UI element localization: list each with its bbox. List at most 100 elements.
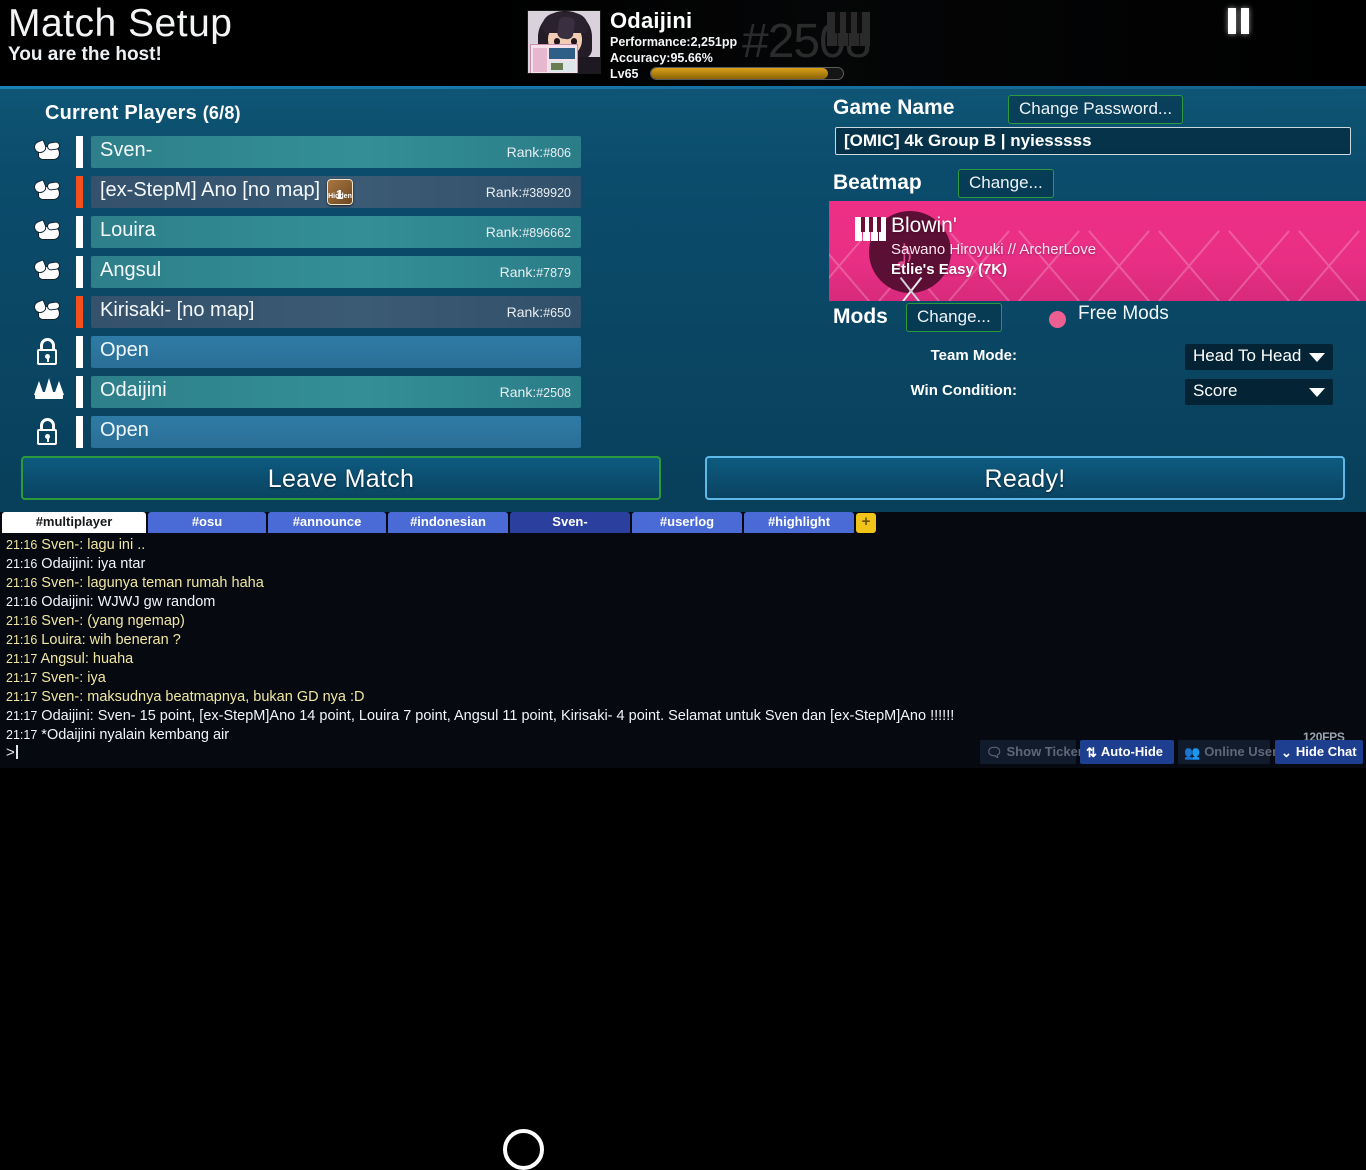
ready-hand-icon [32,298,66,326]
chat-tab[interactable]: #announce [268,512,386,533]
player-rank: Rank:#896662 [485,224,571,240]
mania-mode-icon [827,12,870,46]
player-slot[interactable]: Sven- Rank:#806 [91,136,581,168]
ready-hand-icon [32,258,66,286]
player-slot-row[interactable]: [ex-StepM] Ano [no map] Rank:#389920 Hidde… [32,172,594,212]
team-color-bar [72,176,88,208]
chevron-down-icon [1309,353,1325,362]
player-count: (6/8) [202,103,241,123]
open-padlock-icon[interactable] [34,418,66,446]
mouse-cursor-icon [894,274,928,301]
team-color-bar [72,376,88,408]
team-color-bar [72,136,88,168]
level-progress-bar [650,67,844,80]
player-slot-row[interactable]: Open [34,412,594,452]
chat-tab[interactable]: #multiplayer [2,512,146,533]
user-accuracy: Accuracy:95.66% [610,51,713,65]
player-name: Angsul [100,259,162,281]
status-button-label: Online Users [1204,744,1285,759]
mania-keys-icon [855,217,887,241]
chat-tab[interactable]: #highlight [744,512,854,533]
user-performance: Performance:2,251pp [610,35,738,49]
player-rank: Rank:#2508 [499,384,571,400]
player-slot[interactable]: Louira Rank:#896662 [91,216,581,248]
host-crown-icon [34,378,66,406]
team-color-bar [72,256,88,288]
status-button[interactable]: ⌄ Hide Chat [1275,740,1363,764]
username: Odaijini [610,8,693,33]
ready-button[interactable]: Ready! [705,456,1345,500]
pause-icon[interactable] [1228,8,1252,34]
chat-tab[interactable]: #indonesian [388,512,508,533]
mods-label: Mods [833,305,888,328]
change-mods-button[interactable]: Change... [906,303,1002,332]
ready-hand-icon [32,138,66,166]
mods-row: Mods Change... Free Mods [833,303,1353,333]
chat-message: 21:16 Odaijini: iya ntar [6,556,146,572]
host-subtitle: You are the host! [8,44,162,65]
leave-match-button[interactable]: Leave Match [21,456,661,500]
chat-message: 21:17 Odaijini: Sven- 15 point, [ex-Step… [6,708,955,724]
team-color-bar [72,296,88,328]
change-beatmap-button[interactable]: Change... [958,169,1054,198]
win-condition-label: Win Condition: [910,382,1018,399]
chevron-down-icon: ⌄ [1281,745,1292,760]
beatmap-row: Beatmap Change... [833,169,1353,201]
beatmap-card[interactable]: Blowin' Sawano Hiroyuki // ArcherLove Et… [829,201,1366,301]
chat-message: 21:17 Sven-: iya [6,670,106,686]
win-condition-row: Win Condition: Score [833,379,1353,407]
status-button-label: Hide Chat [1295,744,1357,759]
player-slot-row[interactable]: Kirisaki- [no map] Rank:#650 [32,292,594,332]
status-button[interactable]: ⇅ Auto-Hide [1080,740,1174,764]
team-color-bar [72,336,88,368]
player-slot-row[interactable]: Louira Rank:#896662 [32,212,594,252]
chat-message: 21:16 Sven-: lagu ini .. [6,537,146,553]
player-slot[interactable]: Odaijini Rank:#2508 [91,376,581,408]
speech-bubble-icon: 🗨 [986,745,1003,760]
team-mode-select[interactable]: Head To Head [1185,344,1333,370]
status-button-label: Auto-Hide [1100,744,1164,759]
win-condition-select[interactable]: Score [1185,379,1333,405]
player-slot[interactable]: Open [91,416,581,448]
team-mode-value: Head To Head [1193,346,1302,365]
player-name: Odaijini [100,379,167,401]
player-slot[interactable]: Kirisaki- [no map] Rank:#650 [91,296,581,328]
player-rank: Rank:#650 [506,304,571,320]
current-players-heading: Current Players (6/8) [45,102,241,125]
player-slot[interactable]: Open [91,336,581,368]
avatar[interactable] [527,10,601,74]
match-setup-body: Current Players (6/8) Sven- Rank:#806 [ex-… [0,86,1366,512]
player-list: Sven- Rank:#806 [ex-StepM] Ano [no map] Ran… [32,132,594,452]
ready-hand-icon [32,218,66,246]
page-title-block: Match Setup You are the host! [8,2,232,66]
user-panel[interactable]: #2508 Odaijini Performance:2,251pp Accur… [527,8,871,82]
player-name: Kirisaki- [no map] [100,299,255,321]
chat-tab[interactable]: #userlog [632,512,742,533]
free-mods-toggle[interactable] [1049,311,1066,328]
open-padlock-icon[interactable] [34,338,66,366]
chat-tab[interactable]: Sven- [510,512,630,533]
chat-tab[interactable]: #osu [148,512,266,533]
change-password-button[interactable]: Change Password... [1008,95,1184,124]
game-name-input[interactable]: [OMIC] 4k Group B | nyiesssss [835,127,1351,155]
game-name-row: Game Name Change Password... [833,95,1353,128]
chat-message: 21:16 Sven-: (yang ngemap) [6,613,185,629]
player-slot-row[interactable]: Open [34,332,594,372]
player-slot-row[interactable]: Odaijini Rank:#2508 [34,372,594,412]
chevron-down-icon [1309,388,1325,397]
player-rank: Rank:#806 [506,144,571,160]
team-color-bar [72,216,88,248]
add-tab-button[interactable]: + [856,513,876,533]
player-rank: Rank:#7879 [499,264,571,280]
team-color-bar [72,416,88,448]
player-slot-row[interactable]: Angsul Rank:#7879 [32,252,594,292]
chat-messages: 21:16 Sven-: lagu ini .. 21:16 Odaijini: … [0,536,1366,743]
status-button[interactable]: 🗨 Show Ticker [980,740,1083,764]
player-name: [ex-StepM] Ano [no map] [100,179,321,201]
team-mode-row: Team Mode: Head To Head [833,344,1353,372]
player-slot-row[interactable]: Sven- Rank:#806 [32,132,594,172]
game-name-label: Game Name [833,96,955,119]
player-name: Louira [100,219,156,241]
status-button[interactable]: 👥 Online Users [1178,740,1284,764]
player-slot[interactable]: Angsul Rank:#7879 [91,256,581,288]
